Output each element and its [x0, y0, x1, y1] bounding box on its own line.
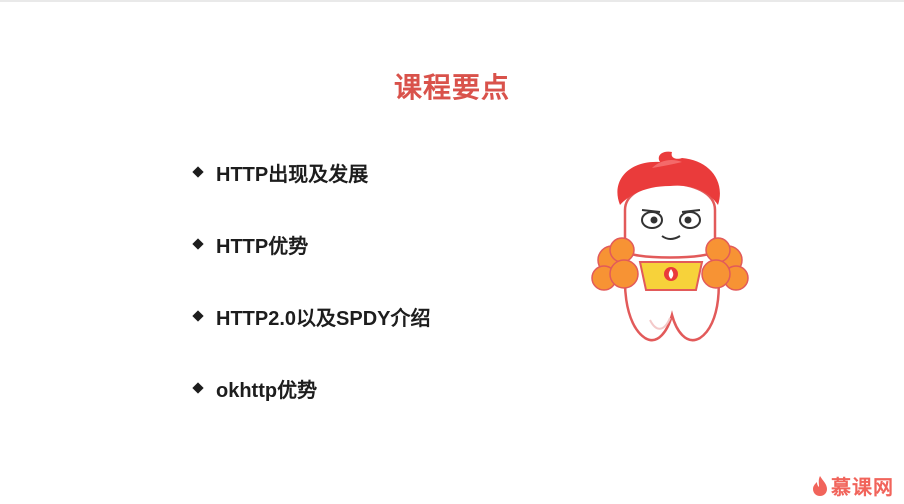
bullet-item: HTTP出现及发展: [192, 150, 612, 194]
top-divider: [0, 0, 904, 2]
diamond-bullet-icon: [192, 238, 204, 250]
mascot-illustration: [591, 151, 749, 342]
bullet-item: HTTP2.0以及SPDY介绍: [192, 294, 612, 338]
diamond-bullet-icon: [192, 310, 204, 322]
diamond-bullet-icon: [192, 382, 204, 394]
bullet-text: okhttp优势: [216, 379, 318, 402]
bullet-list: HTTP出现及发展 HTTP优势 HTTP2.0以及SPDY介绍 okhttp优…: [192, 150, 612, 438]
flame-icon: [813, 475, 827, 496]
slide: 课程要点 HTTP出现及发展 HTTP优势 HTTP2.0以及SPDY介绍 ok…: [0, 0, 904, 504]
bullet-item: okhttp优势: [192, 366, 612, 410]
brand-name: 慕课网: [831, 475, 894, 499]
bullet-text: HTTP出现及发展: [216, 163, 369, 186]
bullet-text: HTTP2.0以及SPDY介绍: [216, 307, 431, 330]
brand-logo: 慕课网: [811, 471, 894, 500]
slide-title: 课程要点: [393, 71, 510, 104]
bullet-item: HTTP优势: [192, 222, 612, 266]
bullet-text: HTTP优势: [216, 235, 309, 258]
diamond-bullet-icon: [192, 166, 204, 178]
